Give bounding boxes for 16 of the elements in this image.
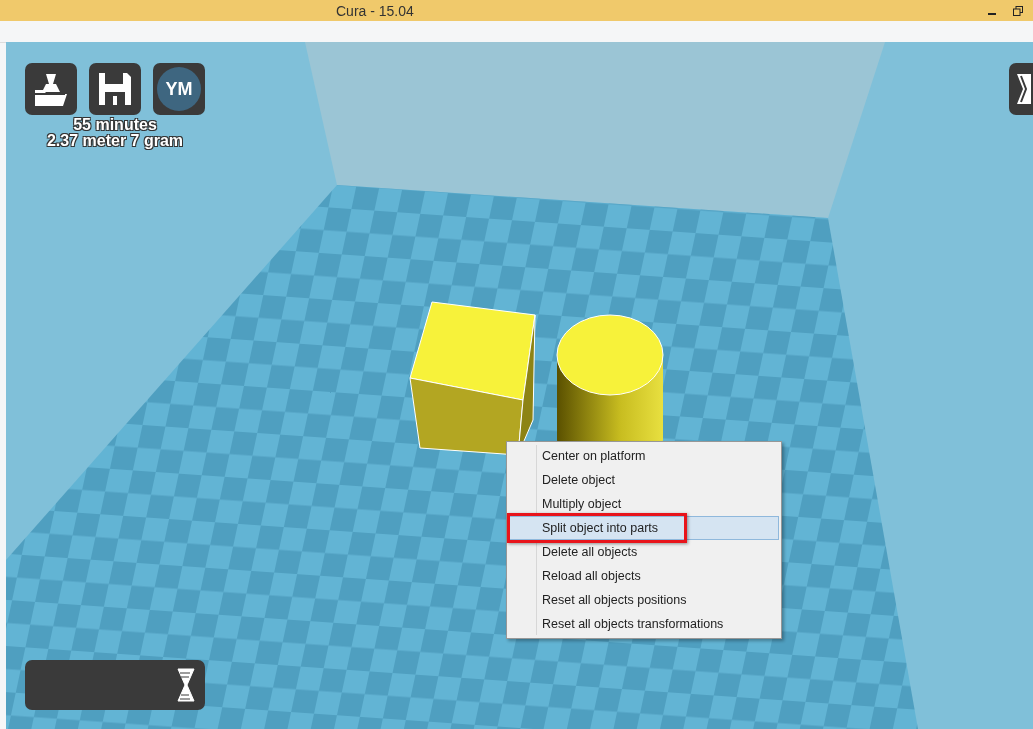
menu-item[interactable]: Center on platform — [509, 444, 779, 468]
load-model-button[interactable] — [25, 63, 77, 115]
menu-item[interactable]: Split object into parts — [509, 516, 779, 540]
menu-item[interactable]: Reset all objects positions — [509, 588, 779, 612]
window-title: Cura - 15.04 — [336, 2, 414, 19]
minimize-icon — [988, 12, 996, 15]
menu-item[interactable]: Multiply object — [509, 492, 779, 516]
menu-item[interactable]: Reload all objects — [509, 564, 779, 588]
menu-item[interactable]: Reset all objects transformations — [509, 612, 779, 636]
account-button[interactable]: YM — [153, 63, 205, 115]
menu-item[interactable]: Delete all objects — [509, 540, 779, 564]
print-time: 55 minutes — [73, 117, 157, 133]
restore-icon — [1013, 5, 1023, 16]
material-usage: 2.37 meter 7 gram — [46, 133, 184, 149]
save-button[interactable] — [89, 63, 141, 115]
menu-item[interactable]: Delete object — [509, 468, 779, 492]
